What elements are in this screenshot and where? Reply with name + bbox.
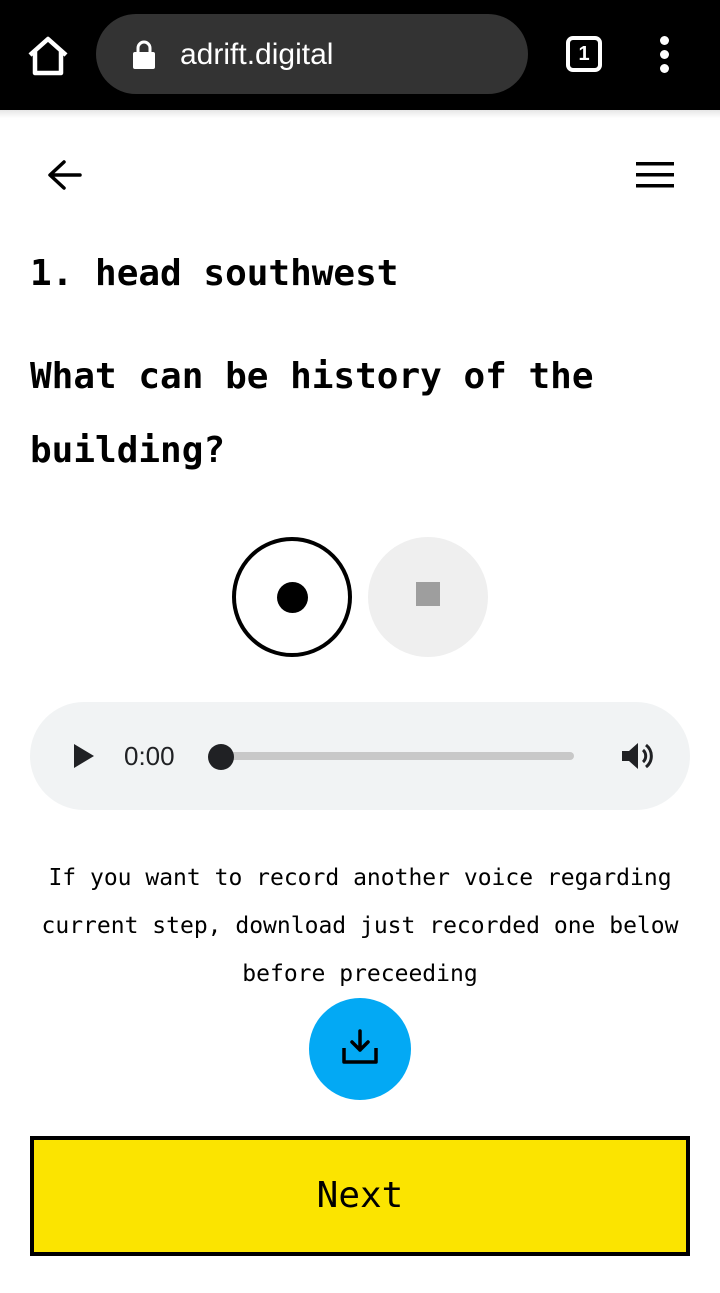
record-button[interactable] (232, 537, 352, 657)
record-icon (277, 582, 308, 613)
play-icon[interactable] (72, 742, 96, 770)
download-note: If you want to record another voice rega… (41, 865, 679, 987)
next-button[interactable]: Next (30, 1136, 690, 1256)
browser-menu-icon[interactable] (654, 36, 674, 74)
stop-icon (416, 582, 440, 606)
browser-toolbar: adrift.digital 1 (0, 0, 720, 110)
header-shadow (0, 110, 720, 118)
lock-icon (132, 40, 156, 70)
download-icon (341, 1028, 379, 1066)
volume-icon[interactable] (620, 740, 656, 772)
seek-thumb[interactable] (208, 744, 234, 770)
seek-bar[interactable] (220, 752, 574, 760)
url-text[interactable]: adrift.digital (180, 36, 333, 74)
home-icon[interactable] (26, 34, 70, 78)
step-title: 1. head southwest (30, 253, 399, 294)
question-text: What can be history of the building? (30, 356, 594, 471)
arrow-left-icon[interactable] (44, 155, 88, 195)
audio-player: 0:00 (30, 702, 690, 810)
hamburger-icon[interactable] (632, 158, 678, 192)
time-display: 0:00 (124, 741, 175, 771)
stop-button[interactable] (368, 537, 488, 657)
tab-switcher-button[interactable]: 1 (566, 36, 602, 72)
download-button[interactable] (309, 998, 411, 1100)
